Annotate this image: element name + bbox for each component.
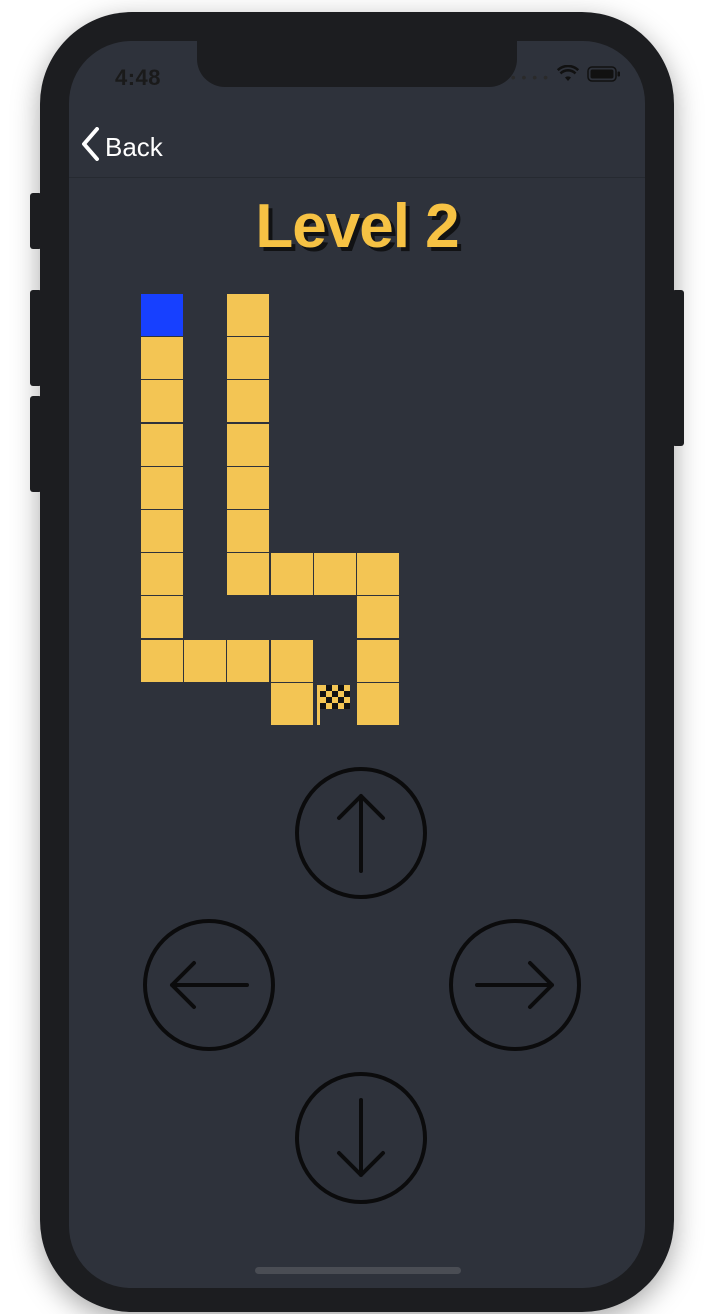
path-tile [227, 337, 270, 380]
path-tile [357, 553, 399, 596]
volume-down-button [30, 396, 42, 492]
path-tile [227, 466, 270, 509]
up-button[interactable] [294, 766, 428, 900]
path-tile [227, 294, 270, 336]
path-tile [227, 423, 270, 466]
path-tile [270, 639, 313, 682]
path-tile [227, 639, 270, 682]
home-indicator [255, 1267, 461, 1274]
path-tile [227, 510, 270, 552]
path-tile [141, 510, 183, 552]
app-screen: 4:48 • • • • Back Level 2 [69, 41, 645, 1288]
path-tile [184, 639, 227, 682]
path-tile [141, 639, 183, 682]
path-tile [227, 380, 270, 423]
path-tile [141, 596, 183, 639]
down-button[interactable] [294, 1071, 428, 1205]
right-button[interactable] [448, 918, 582, 1052]
arrow-up-icon [295, 767, 427, 899]
power-button [672, 290, 684, 446]
player-tile [141, 294, 183, 336]
path-tile [270, 682, 313, 725]
path-tile [357, 639, 399, 682]
path-tile [270, 553, 313, 596]
path-tile [141, 466, 183, 509]
path-tile [357, 596, 399, 639]
path-tile [357, 682, 399, 725]
path-tile [141, 553, 183, 596]
path-tile [313, 553, 356, 596]
path-tile [227, 553, 270, 596]
arrow-left-icon [143, 919, 275, 1051]
arrow-down-icon [295, 1072, 427, 1204]
arrow-right-icon [449, 919, 581, 1051]
path-tile [141, 423, 183, 466]
volume-up-button [30, 290, 42, 386]
mute-switch [30, 193, 42, 249]
path-tile [141, 337, 183, 380]
game-board [69, 41, 645, 761]
left-button[interactable] [142, 918, 276, 1052]
path-tile [141, 380, 183, 423]
finish-flag-icon [313, 682, 356, 725]
